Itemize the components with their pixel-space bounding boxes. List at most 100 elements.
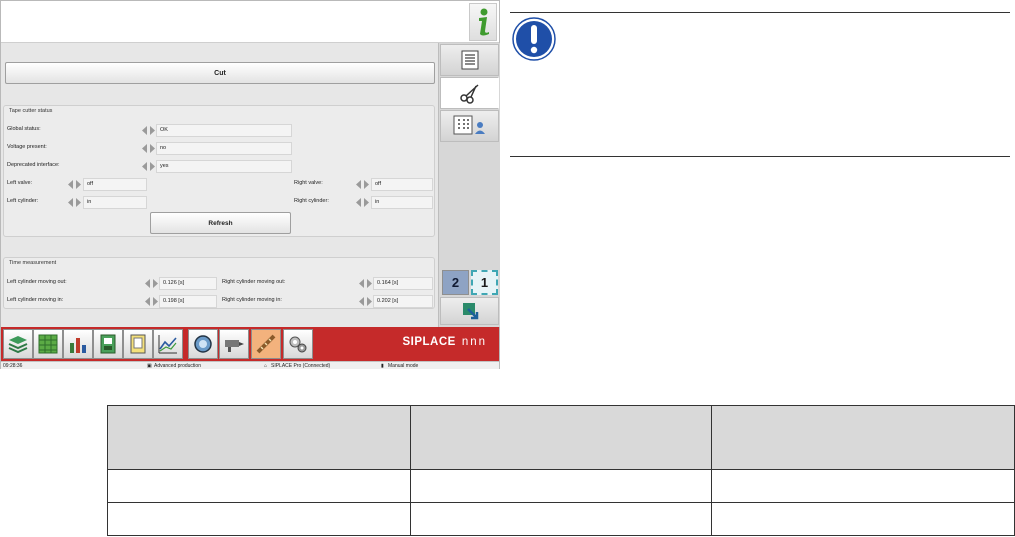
bottom-toolbar: SIPLACE nnn	[1, 327, 499, 361]
table-cell	[409, 502, 713, 536]
feeder-icon	[100, 334, 116, 354]
right-out-label: Right cylinder moving out:	[222, 279, 286, 285]
spin-arrows-icon[interactable]	[68, 198, 81, 207]
document-table	[107, 405, 1015, 536]
nozzle-icon	[225, 340, 244, 352]
spin-arrows-icon[interactable]	[142, 162, 155, 171]
tab-grid-user[interactable]	[440, 110, 499, 142]
left-cylinder-label: Left cylinder:	[7, 198, 39, 204]
toolbar-stack-button[interactable]	[3, 329, 33, 359]
camera-icon	[194, 335, 212, 353]
cut-button[interactable]: Cut	[5, 62, 435, 84]
table-cell	[711, 502, 1015, 536]
note-bottom-rule	[510, 156, 1010, 157]
scissors-icon	[459, 84, 479, 104]
table-cell	[711, 469, 1015, 503]
spin-arrows-icon[interactable]	[142, 144, 155, 153]
table-row	[107, 469, 1015, 503]
left-out-label: Left cylinder moving out:	[7, 279, 67, 285]
right-in-label: Right cylinder moving in:	[222, 297, 282, 303]
table-header-row	[107, 405, 1015, 470]
right-cylinder-field[interactable]: in	[371, 196, 433, 209]
status-connection: SIPLACE Pro (Connected)	[271, 363, 331, 369]
spin-arrows-icon[interactable]	[356, 198, 369, 207]
deprecated-interface-label: Deprecated interface:	[7, 162, 60, 168]
right-in-field[interactable]: 0.202 [s]	[373, 295, 433, 308]
status-operation-icon: ▮	[381, 363, 384, 369]
right-valve-field[interactable]: off	[371, 178, 433, 191]
toolbar-camera-button[interactable]	[188, 329, 218, 359]
title-bar	[1, 1, 499, 43]
siplace-window: Cut Tape cutter status Global status: OK…	[0, 0, 500, 369]
info-icon	[479, 8, 489, 36]
toolbar-spreadsheet-button[interactable]	[33, 329, 63, 359]
spin-arrows-icon[interactable]	[68, 180, 81, 189]
toolbar-bar-chart-button[interactable]	[63, 329, 93, 359]
note-top-rule	[510, 12, 1010, 13]
document-icon	[130, 334, 146, 354]
spin-arrows-icon[interactable]	[359, 279, 372, 288]
global-status-label: Global status:	[7, 126, 41, 132]
toolbar-trend-button[interactable]	[153, 329, 183, 359]
spreadsheet-icon	[38, 334, 58, 354]
brand-name: SIPLACE	[402, 336, 456, 348]
toolbar-document-button[interactable]	[123, 329, 153, 359]
spin-arrows-icon[interactable]	[356, 180, 369, 189]
spin-arrows-icon[interactable]	[359, 297, 372, 306]
exit-arrow-icon	[462, 303, 478, 320]
exclamation-icon	[512, 17, 556, 61]
table-cell	[107, 469, 411, 503]
siplace-logo: SIPLACE nnn	[402, 336, 487, 348]
toolbar-cutter-button[interactable]	[251, 329, 281, 359]
status-connection-icon: ⌂	[264, 363, 268, 369]
voltage-present-field[interactable]: no	[156, 142, 292, 155]
toolbar-nozzle-button[interactable]	[219, 329, 249, 359]
spin-arrows-icon[interactable]	[145, 279, 158, 288]
tab-list[interactable]	[440, 44, 499, 76]
left-in-label: Left cylinder moving in:	[7, 297, 64, 303]
grid-user-icon	[453, 115, 485, 135]
table-row	[107, 502, 1015, 536]
right-navigation: 2 1	[438, 43, 500, 327]
toolbar-feeder-button[interactable]	[93, 329, 123, 359]
spin-arrows-icon[interactable]	[142, 126, 155, 135]
spin-arrows-icon[interactable]	[145, 297, 158, 306]
pager-1-button[interactable]: 1	[471, 270, 498, 295]
table-cell	[107, 502, 411, 536]
status-operation: Manual mode	[388, 363, 419, 369]
group-title: Time measurement	[9, 260, 57, 266]
status-mode-icon: ▣	[147, 363, 152, 369]
status-time: 09:28:36	[3, 363, 23, 369]
status-bar: 09:28:36 ▣ Advanced production ⌂ SIPLACE…	[1, 361, 499, 369]
voltage-present-label: Voltage present:	[7, 144, 47, 150]
cutter-icon	[256, 334, 276, 354]
toolbar-settings-button[interactable]	[283, 329, 313, 359]
table-header-cell	[409, 405, 713, 470]
left-cylinder-field[interactable]: in	[83, 196, 147, 209]
cut-panel: Cut Tape cutter status Global status: OK…	[1, 43, 437, 327]
table-cell	[409, 469, 713, 503]
stack-icon	[8, 336, 28, 354]
right-valve-label: Right valve:	[294, 180, 323, 186]
pager-2-button[interactable]: 2	[442, 270, 469, 295]
left-valve-label: Left valve:	[7, 180, 33, 186]
info-button[interactable]	[469, 3, 497, 41]
left-in-field[interactable]: 0.198 [s]	[159, 295, 217, 308]
group-title: Tape cutter status	[9, 108, 53, 114]
table-header-cell	[107, 405, 411, 470]
status-mode: Advanced production	[154, 363, 201, 369]
settings-gears-icon	[289, 336, 307, 353]
table-header-cell	[711, 405, 1015, 470]
bar-chart-icon	[70, 338, 86, 353]
left-valve-field[interactable]: off	[83, 178, 147, 191]
trend-chart-icon	[158, 335, 177, 354]
global-status-field[interactable]: OK	[156, 124, 292, 137]
right-out-field[interactable]: 0.164 [s]	[373, 277, 433, 290]
left-out-field[interactable]: 0.126 [s]	[159, 277, 217, 290]
refresh-button[interactable]: Refresh	[150, 212, 291, 234]
tab-cutter[interactable]	[440, 77, 499, 109]
time-measurement-group: Time measurement Left cylinder moving ou…	[3, 257, 435, 309]
exit-button[interactable]	[440, 297, 499, 325]
right-cylinder-label: Right cylinder:	[294, 198, 329, 204]
deprecated-interface-field[interactable]: yes	[156, 160, 292, 173]
